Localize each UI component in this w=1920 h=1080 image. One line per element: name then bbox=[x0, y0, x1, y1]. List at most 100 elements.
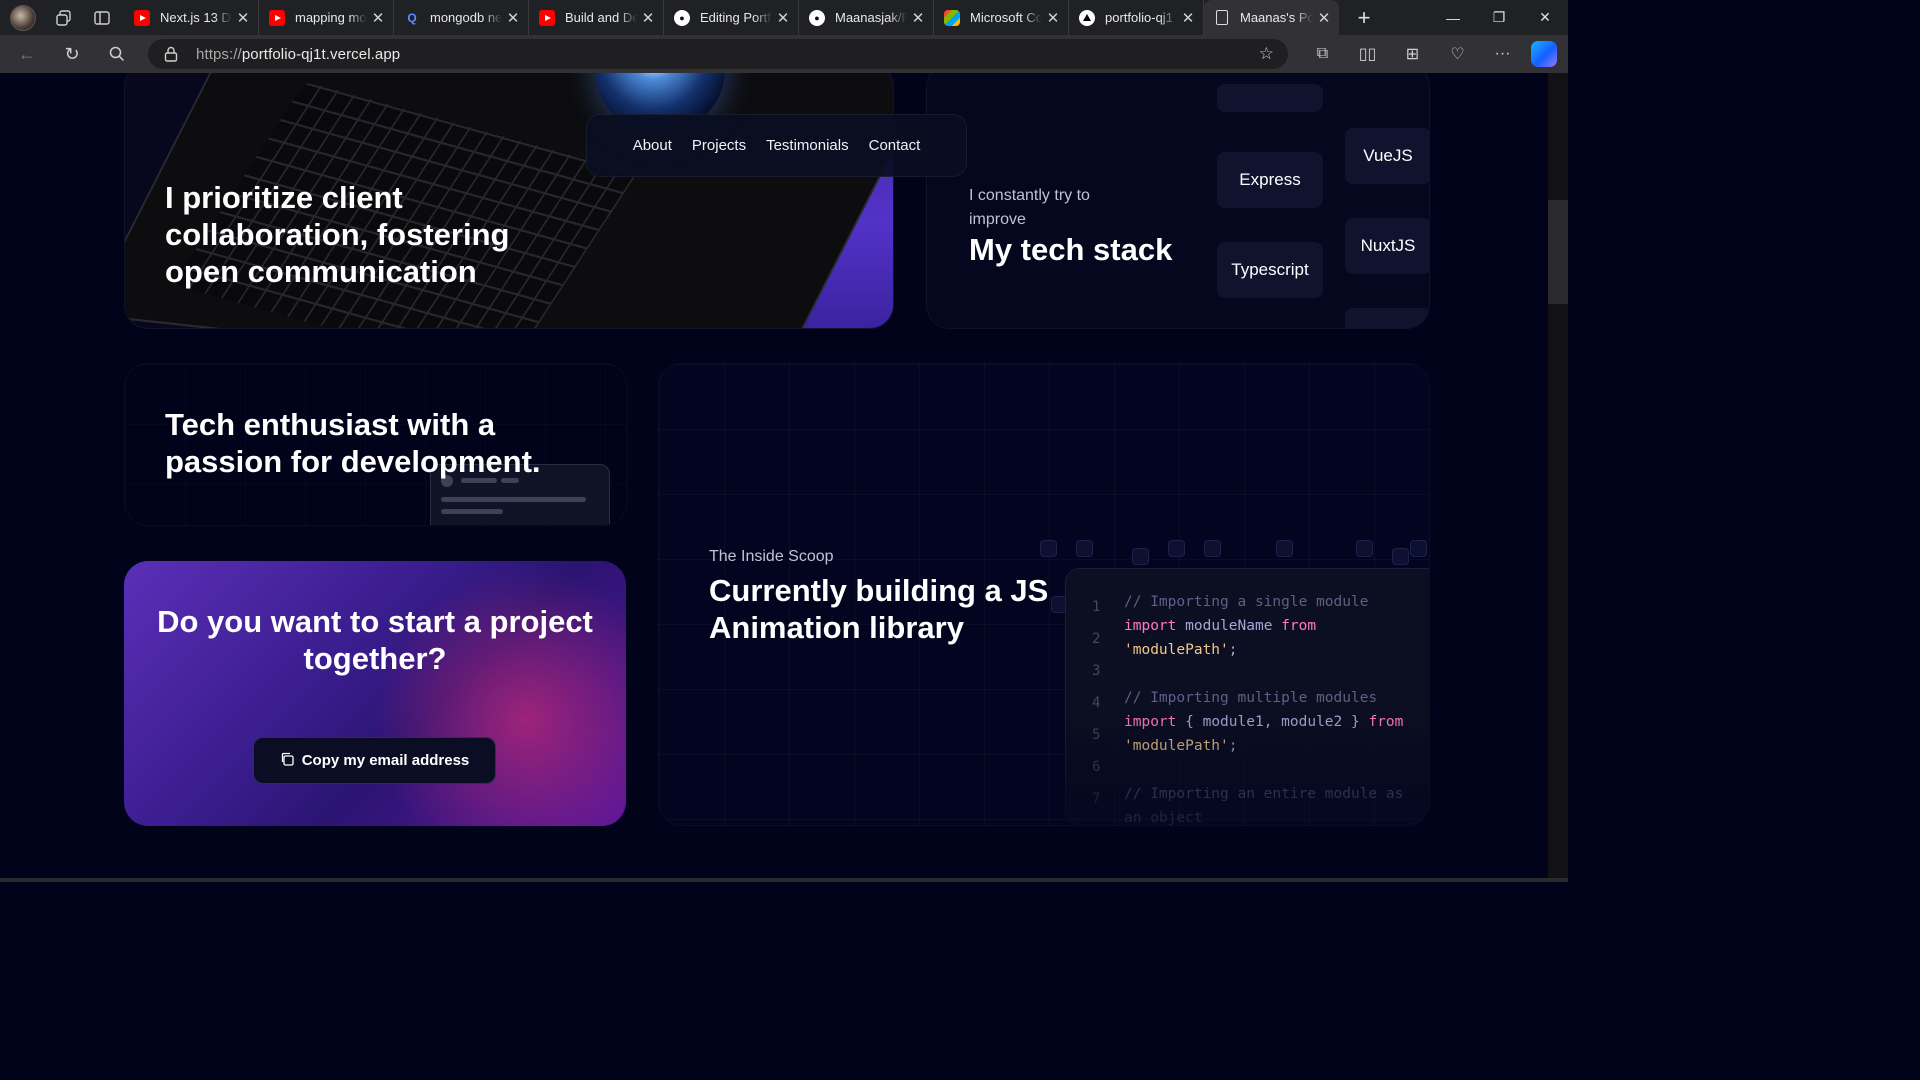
close-window-icon[interactable]: ✕ bbox=[1522, 0, 1568, 35]
restore-icon[interactable]: ❐ bbox=[1476, 0, 1522, 35]
code-comment: an object bbox=[1124, 810, 1203, 826]
new-tab-button[interactable]: + bbox=[1353, 5, 1375, 31]
line-number: 1 bbox=[1092, 599, 1101, 615]
tab-title: Maanasjak/P bbox=[835, 10, 907, 25]
close-tab-icon[interactable]: ✕ bbox=[641, 9, 655, 27]
code-identifier: { module1, module2 } bbox=[1185, 714, 1360, 730]
close-tab-icon[interactable]: ✕ bbox=[776, 9, 790, 27]
tech-pill-partial bbox=[1345, 308, 1429, 328]
code-identifier: moduleName bbox=[1185, 618, 1273, 634]
grid-square bbox=[1040, 540, 1057, 557]
collaboration-heading: I prioritize client collaboration, foste… bbox=[165, 180, 510, 289]
code-punct: ; bbox=[1228, 642, 1238, 658]
code-keyword: from bbox=[1281, 618, 1317, 634]
minimize-icon[interactable]: — bbox=[1430, 0, 1476, 35]
tab-title: mongodb ne bbox=[430, 10, 502, 25]
tech-pill-express: Express bbox=[1217, 152, 1323, 208]
nav-link-projects[interactable]: Projects bbox=[692, 137, 746, 154]
nav-link-contact[interactable]: Contact bbox=[869, 137, 921, 154]
close-tab-icon[interactable]: ✕ bbox=[236, 9, 250, 27]
tech-stack-card: I constantly try to improve My tech stac… bbox=[926, 73, 1430, 329]
tech-stack-subtitle: I constantly try to improve bbox=[969, 187, 1090, 228]
github-icon: ● bbox=[674, 9, 690, 26]
grid-square bbox=[1168, 540, 1185, 557]
tab-4[interactable]: Build and De ✕ bbox=[529, 0, 664, 35]
line-number: 5 bbox=[1092, 727, 1101, 743]
cta-heading: Do you want to start a project together? bbox=[157, 604, 593, 676]
tab-5[interactable]: ● Editing Portf ✕ bbox=[664, 0, 799, 35]
more-menu-icon[interactable]: ··· bbox=[1480, 39, 1525, 69]
back-icon[interactable]: ← bbox=[9, 39, 45, 69]
line-number: 6 bbox=[1092, 759, 1101, 775]
close-tab-icon[interactable]: ✕ bbox=[371, 9, 385, 27]
placeholder-bar bbox=[441, 509, 503, 514]
copy-email-button[interactable]: Copy my email address bbox=[253, 737, 496, 784]
tab-2[interactable]: mapping mo ✕ bbox=[259, 0, 394, 35]
close-tab-icon[interactable]: ✕ bbox=[1181, 9, 1195, 27]
code-comment: // Importing multiple modules bbox=[1124, 690, 1378, 706]
close-tab-icon[interactable]: ✕ bbox=[1046, 9, 1060, 27]
window-controls: — ❐ ✕ bbox=[1430, 0, 1568, 35]
code-comment: // Importing an entire module as bbox=[1124, 786, 1404, 802]
url-host: portfolio-qj1t.vercel.app bbox=[241, 45, 401, 63]
tab-8[interactable]: portfolio-qj1 ✕ bbox=[1069, 0, 1204, 35]
enthusiast-heading: Tech enthusiast with a passion for devel… bbox=[165, 407, 541, 479]
scrollbar-thumb[interactable] bbox=[1548, 200, 1568, 304]
favorite-star-icon[interactable]: ☆ bbox=[1259, 44, 1274, 64]
browser-tab-bar: Next.js 13 D ✕ mapping mo ✕ Qmongodb ne ✕ B… bbox=[0, 0, 1568, 35]
document-icon bbox=[1216, 10, 1228, 25]
grid-square bbox=[1356, 540, 1373, 557]
code-string: 'modulePath' bbox=[1124, 738, 1229, 754]
tab-3[interactable]: Qmongodb ne ✕ bbox=[394, 0, 529, 35]
code-keyword: import bbox=[1124, 618, 1177, 634]
youtube-icon bbox=[269, 9, 285, 26]
youtube-icon bbox=[539, 9, 555, 26]
page-scrollbar[interactable] bbox=[1548, 73, 1568, 878]
code-punct: ; bbox=[1228, 738, 1238, 754]
browser-essentials-icon[interactable]: ♡ bbox=[1435, 39, 1480, 69]
tab-9-active[interactable]: Maanas's Po ✕ bbox=[1204, 0, 1339, 35]
url-text: https://portfolio-qj1t.vercel.app bbox=[196, 46, 400, 63]
copilot-icon[interactable] bbox=[1531, 41, 1557, 67]
extensions-icon[interactable]: ⧉ bbox=[1300, 39, 1345, 69]
close-tab-icon[interactable]: ✕ bbox=[911, 9, 925, 27]
search-icon: Q bbox=[407, 10, 417, 25]
vertical-tabs-icon[interactable] bbox=[92, 8, 112, 28]
code-string: 'modulePath' bbox=[1124, 642, 1229, 658]
tab-6[interactable]: ● Maanasjak/P ✕ bbox=[799, 0, 934, 35]
close-tab-icon[interactable]: ✕ bbox=[1317, 9, 1331, 27]
tab-title: portfolio-qj1 bbox=[1105, 10, 1173, 25]
collections-icon[interactable]: ⊞ bbox=[1390, 39, 1435, 69]
tab-1[interactable]: Next.js 13 D ✕ bbox=[124, 0, 259, 35]
tab-7[interactable]: Microsoft Co ✕ bbox=[934, 0, 1069, 35]
tab-strip: Next.js 13 D ✕ mapping mo ✕ Qmongodb ne ✕ B… bbox=[124, 0, 1339, 35]
line-number: 3 bbox=[1092, 663, 1101, 679]
tab-title: mapping mo bbox=[295, 10, 367, 25]
split-screen-icon[interactable]: ▯▯ bbox=[1345, 39, 1390, 69]
address-bar-row: ← ↻ https://portfolio-qj1t.vercel.app ☆ … bbox=[0, 35, 1568, 73]
nav-link-testimonials[interactable]: Testimonials bbox=[766, 137, 849, 154]
close-tab-icon[interactable]: ✕ bbox=[506, 9, 520, 27]
tech-pill-nuxtjs: NuxtJS bbox=[1345, 218, 1429, 274]
enthusiast-card: Tech enthusiast with a passion for devel… bbox=[124, 363, 628, 526]
line-number: 4 bbox=[1092, 695, 1101, 711]
search-icon[interactable] bbox=[99, 39, 135, 69]
microsoft-icon bbox=[944, 9, 960, 26]
tab-title: Maanas's Po bbox=[1240, 10, 1313, 25]
grid-square bbox=[1410, 540, 1427, 557]
vercel-icon bbox=[1079, 9, 1095, 26]
project-cta-card: Do you want to start a project together?… bbox=[124, 561, 626, 826]
line-number: 2 bbox=[1092, 631, 1101, 647]
refresh-icon[interactable]: ↻ bbox=[54, 39, 90, 69]
tech-pill-typescript: Typescript bbox=[1217, 242, 1323, 298]
nav-link-about[interactable]: About bbox=[633, 137, 672, 154]
url-field[interactable]: https://portfolio-qj1t.vercel.app ☆ bbox=[148, 39, 1288, 69]
lock-icon[interactable] bbox=[164, 46, 178, 62]
profile-avatar[interactable] bbox=[10, 4, 36, 31]
grid-square bbox=[1076, 540, 1093, 557]
grid-square bbox=[1204, 540, 1221, 557]
tech-stack-heading: My tech stack bbox=[969, 232, 1173, 267]
youtube-icon bbox=[134, 9, 150, 26]
workspaces-icon[interactable] bbox=[54, 8, 74, 28]
tab-title: Next.js 13 D bbox=[160, 10, 231, 25]
